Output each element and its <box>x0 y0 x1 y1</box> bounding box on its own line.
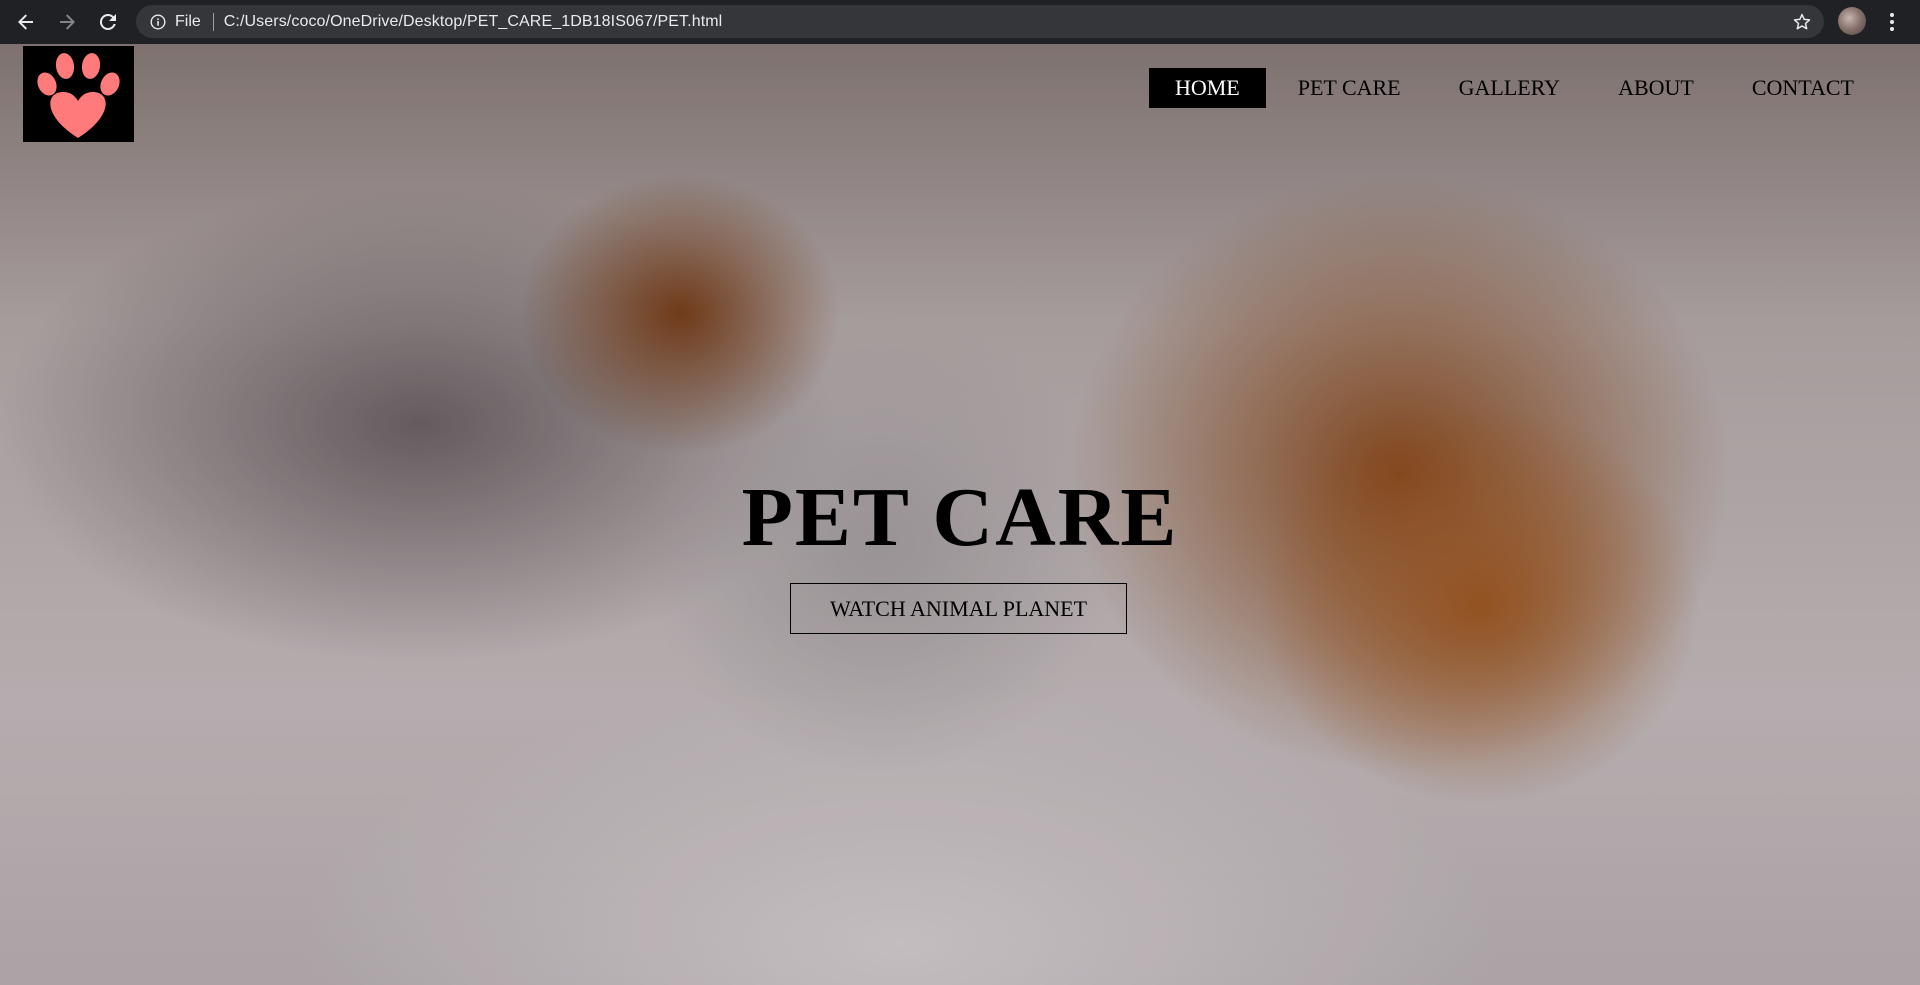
back-arrow-icon[interactable] <box>10 6 42 38</box>
profile-avatar[interactable] <box>1838 7 1866 35</box>
reload-icon[interactable] <box>92 6 124 38</box>
nav-item-pet-care[interactable]: PET CARE <box>1272 68 1427 108</box>
kebab-menu-icon[interactable] <box>1880 6 1904 38</box>
browser-toolbar: File C:/Users/coco/OneDrive/Desktop/PET_… <box>0 0 1920 44</box>
omnibox-divider <box>212 12 214 31</box>
nav-item-contact[interactable]: CONTACT <box>1726 68 1880 108</box>
nav-item-home[interactable]: HOME <box>1148 68 1266 108</box>
url-text[interactable]: C:/Users/coco/OneDrive/Desktop/PET_CARE_… <box>224 13 723 31</box>
address-bar[interactable]: File C:/Users/coco/OneDrive/Desktop/PET_… <box>136 5 1824 38</box>
scheme-label: File <box>175 12 201 30</box>
hero-title: PET CARE <box>741 471 1179 564</box>
main-nav: HOME PET CARE GALLERY ABOUT CONTACT <box>1143 68 1880 108</box>
forward-arrow-icon[interactable] <box>51 6 83 38</box>
info-icon[interactable] <box>150 13 166 30</box>
nav-item-gallery[interactable]: GALLERY <box>1433 68 1586 108</box>
nav-item-about[interactable]: ABOUT <box>1592 68 1720 108</box>
star-icon[interactable] <box>1792 12 1812 32</box>
hero-background: HOME PET CARE GALLERY ABOUT CONTACT PET … <box>0 44 1920 985</box>
watch-animal-planet-button[interactable]: WATCH ANIMAL PLANET <box>790 583 1127 634</box>
paw-logo-icon[interactable] <box>23 46 134 142</box>
